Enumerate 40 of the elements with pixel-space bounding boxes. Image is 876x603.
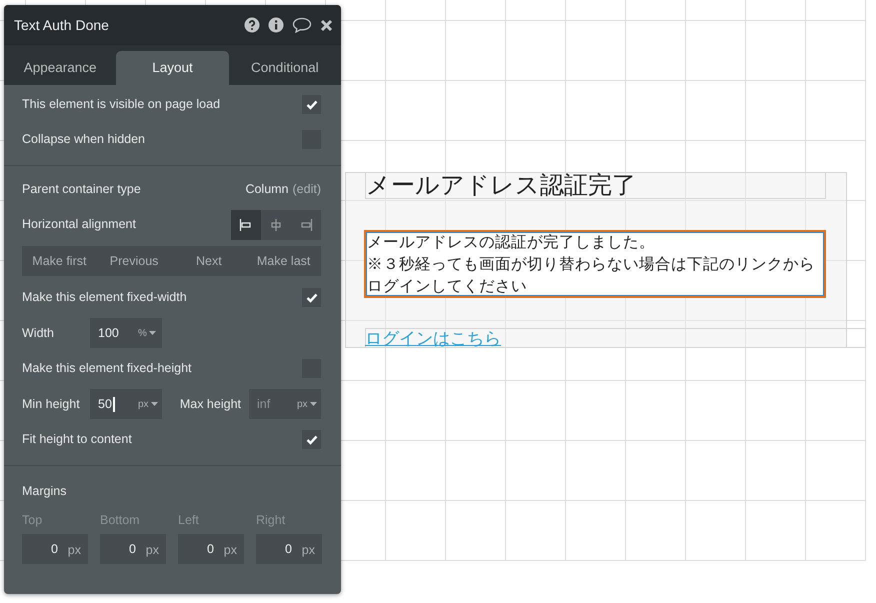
field-label: Top [22,512,44,529]
setting-label: Width [22,324,55,342]
order-button[interactable]: Make last [246,246,321,276]
unit-label: px [224,542,237,559]
unit-dropdown[interactable]: px [138,396,158,412]
checkbox-label: Make this element fixed-height [22,360,193,378]
text-element[interactable]: メールアドレスの認証が完了しました。 ※３秒経っても画面が切り替わらない場合は下記のリンクから ログインしてください [364,230,826,298]
height-field[interactable]: inf px [249,389,321,419]
checkbox-label: Make this element fixed-width [22,289,188,306]
unit-label: px [68,542,81,559]
order-button[interactable]: Previous [96,246,172,276]
panel-tab[interactable]: Conditional [228,51,341,85]
unit-label: px [302,542,315,559]
height-field[interactable]: 50 px [90,389,162,419]
checkbox-label: Collapse when hidden [22,131,146,148]
setting-label: Min height [22,396,81,413]
panel-tab[interactable]: Layout [116,51,229,85]
width-field[interactable]: 100 % [90,318,162,348]
unit-dropdown[interactable]: px [297,396,317,412]
checkbox-label: This element is visible on page load [22,96,222,114]
unit-dropdown[interactable]: % [138,326,156,340]
order-button[interactable]: Make first [22,246,97,276]
message-text: メールアドレスの認証が完了しました。 [367,233,656,253]
section-heading: Margins [22,483,68,500]
setting-label: Horizontal alignment [22,216,137,234]
field-label: Bottom [100,512,141,529]
order-button[interactable]: Next [172,246,246,276]
message-text: ログインしてください [367,277,528,297]
setting-label: Parent container type [22,181,142,198]
checkbox-label: Fit height to content [22,431,133,448]
edit-link[interactable]: (edit) [292,180,321,199]
field-label: Left [178,512,200,529]
setting-value: Column [245,181,289,198]
unit-label: px [146,542,159,559]
page-heading: メールアドレス認証完了 [365,172,826,199]
setting-label: Max height [180,396,241,413]
panel-title: Text Auth Done [14,16,110,34]
field-label: Right [256,512,286,529]
panel-tab[interactable]: Appearance [4,51,116,85]
message-text: ※３秒経っても画面が切り替わらない場合は下記のリンクから [367,255,816,275]
